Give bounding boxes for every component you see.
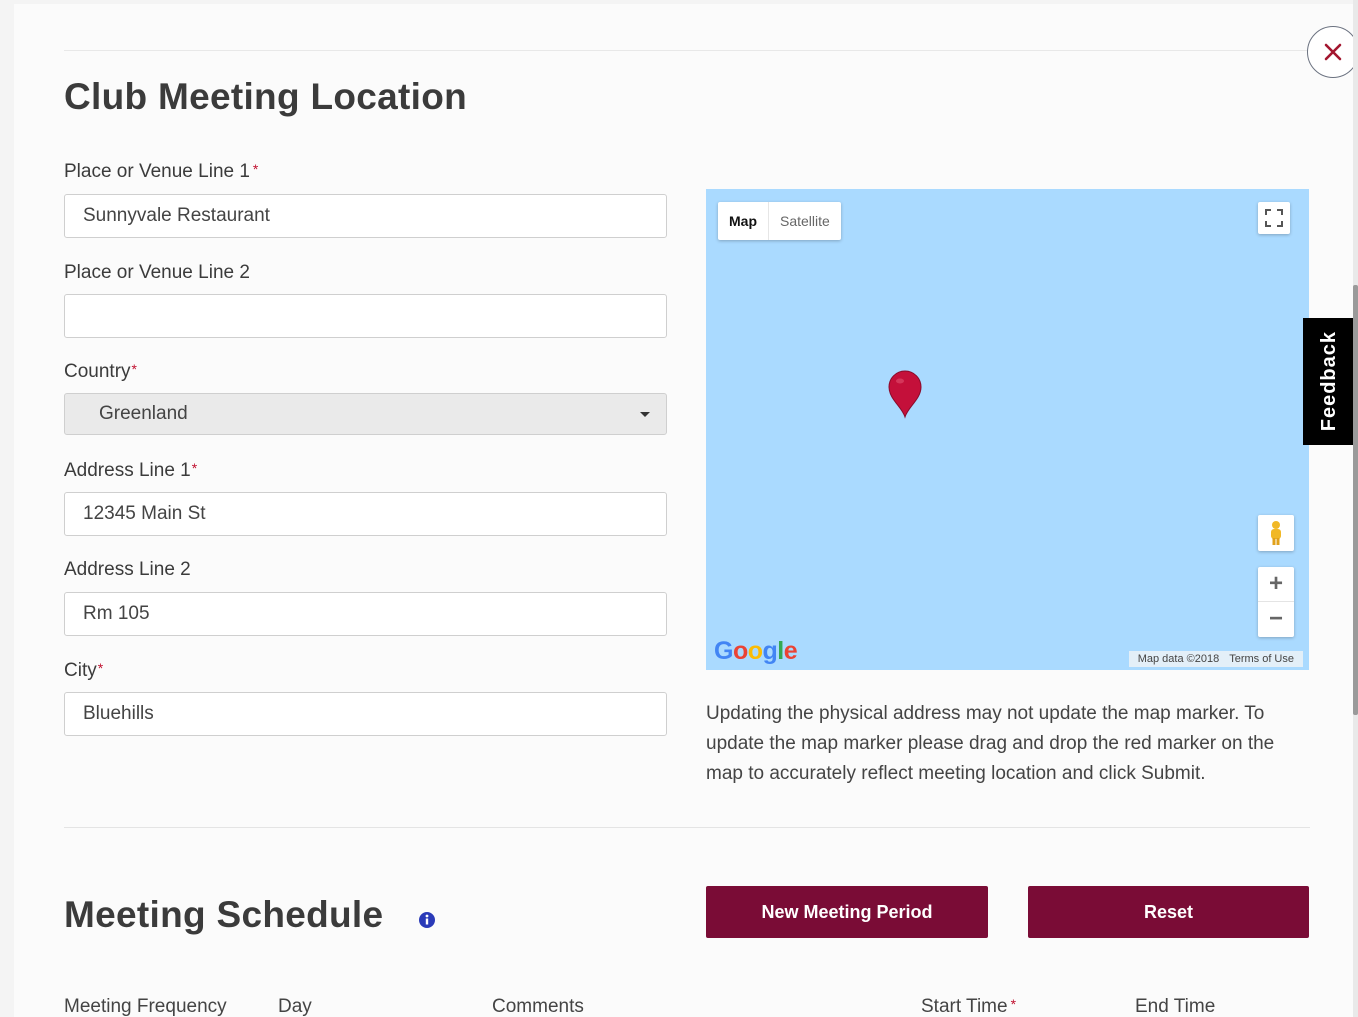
map-marker-icon[interactable] bbox=[886, 369, 924, 419]
column-header-end-time: End Time bbox=[1135, 996, 1216, 1017]
feedback-label: Feedback bbox=[1317, 331, 1340, 432]
country-select[interactable]: Greenland bbox=[64, 393, 667, 435]
column-header-comments: Comments bbox=[492, 996, 584, 1017]
map-type-map-button[interactable]: Map bbox=[718, 202, 768, 240]
map-type-satellite-button[interactable]: Satellite bbox=[768, 202, 841, 240]
info-icon[interactable] bbox=[418, 911, 436, 929]
column-header-start-time: Start Time * bbox=[921, 996, 1017, 1017]
dialog-panel: Club Meeting Location Place or Venue Lin… bbox=[14, 4, 1358, 1017]
section-divider bbox=[64, 827, 1310, 828]
place-line1-input[interactable] bbox=[64, 194, 667, 238]
location-map[interactable]: Map Satellite + − Google Map data ©2018 … bbox=[706, 189, 1309, 670]
place-line2-input[interactable] bbox=[64, 294, 667, 338]
fullscreen-button[interactable] bbox=[1258, 202, 1290, 234]
new-meeting-period-button[interactable]: New Meeting Period bbox=[706, 886, 988, 938]
close-button[interactable] bbox=[1307, 26, 1358, 78]
map-attribution: Map data ©2018 Terms of Use bbox=[1128, 651, 1303, 667]
street-view-button[interactable] bbox=[1258, 515, 1294, 551]
schedule-title: Meeting Schedule bbox=[64, 894, 384, 935]
pegman-icon bbox=[1271, 521, 1281, 545]
address-line1-input[interactable] bbox=[64, 492, 667, 536]
map-type-control: Map Satellite bbox=[718, 202, 841, 240]
zoom-in-button[interactable]: + bbox=[1258, 567, 1294, 602]
close-icon bbox=[1324, 43, 1342, 61]
zoom-control: + − bbox=[1258, 567, 1294, 637]
address-line2-input[interactable] bbox=[64, 592, 667, 636]
zoom-out-button[interactable]: − bbox=[1258, 602, 1294, 636]
city-input[interactable] bbox=[64, 692, 667, 736]
country-label: Country* bbox=[64, 361, 137, 382]
fullscreen-icon bbox=[1265, 209, 1283, 227]
google-logo: Google bbox=[714, 637, 798, 665]
place-line1-label: Place or Venue Line 1 * bbox=[64, 161, 259, 182]
country-selected-value: Greenland bbox=[99, 403, 188, 424]
address-line2-label: Address Line 2 bbox=[64, 559, 191, 580]
top-divider bbox=[64, 50, 1344, 51]
place-line2-label: Place or Venue Line 2 bbox=[64, 262, 250, 283]
map-data-credit: Map data ©2018 bbox=[1137, 653, 1220, 665]
reset-button[interactable]: Reset bbox=[1028, 886, 1309, 938]
column-header-day: Day bbox=[278, 996, 312, 1017]
feedback-tab[interactable]: Feedback bbox=[1303, 318, 1355, 445]
scrollbar-thumb[interactable] bbox=[1353, 285, 1358, 715]
chevron-down-icon bbox=[640, 412, 650, 417]
address-line1-label: Address Line 1* bbox=[64, 460, 198, 481]
column-header-frequency: Meeting Frequency bbox=[64, 996, 227, 1017]
city-label: City* bbox=[64, 660, 104, 681]
page-title: Club Meeting Location bbox=[64, 76, 468, 117]
map-note: Updating the physical address may not up… bbox=[706, 703, 1275, 784]
terms-of-use-link[interactable]: Terms of Use bbox=[1229, 653, 1294, 665]
